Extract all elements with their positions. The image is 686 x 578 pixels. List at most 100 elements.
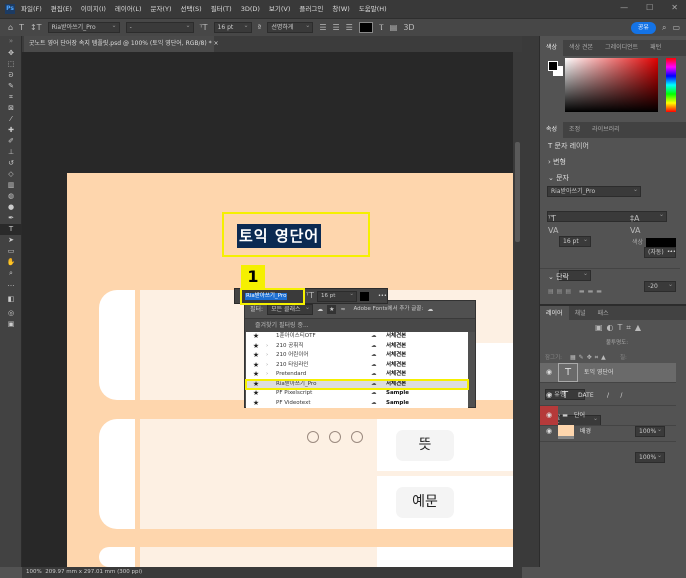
- favorite-star-icon[interactable]: ★: [246, 370, 266, 379]
- font-list-item[interactable]: ★ › 210 공휘직 ☁ 서체견본: [246, 342, 468, 352]
- tab-adjustments[interactable]: 조정: [563, 122, 586, 138]
- close-button[interactable]: ✕: [671, 3, 678, 13]
- more-tools-icon[interactable]: …: [0, 279, 22, 290]
- cloud-filter-icon[interactable]: ☁: [317, 305, 323, 314]
- prop-tracking-dropdown[interactable]: -20: [644, 280, 676, 292]
- font-size-dropdown[interactable]: 16 pt: [213, 21, 252, 33]
- dodge-tool-icon[interactable]: ●: [0, 202, 22, 213]
- eraser-icon[interactable]: ◇: [0, 169, 22, 180]
- move-tool-icon[interactable]: ✥: [0, 48, 22, 59]
- font-list-item[interactable]: ★ › 210 타임라인 ☁ 서체견본: [246, 361, 468, 371]
- font-list-item[interactable]: ★ PF Pixelscript ☁ Sample: [246, 389, 468, 399]
- paragraph-section[interactable]: ⌄ 단락: [540, 268, 680, 282]
- expand-chevron-icon[interactable]: ›: [266, 370, 276, 379]
- lock-icons[interactable]: ▦✎✥⌗▲: [570, 353, 609, 363]
- font-list-item[interactable]: ★ Ria받아쓰기_Pro ☁ 서체견본: [245, 378, 469, 390]
- menu-layer[interactable]: 레이어(L): [115, 4, 142, 14]
- layer-filter-icons[interactable]: ▣◐T⌗▲: [595, 323, 645, 333]
- share-button[interactable]: 공유: [630, 21, 656, 34]
- title-text-selection[interactable]: 토익 영단어: [237, 224, 322, 248]
- pen-tool-icon[interactable]: ✒: [0, 213, 22, 224]
- favorite-star-icon[interactable]: ★: [246, 399, 266, 408]
- tab-gradients[interactable]: 그레이디언트: [599, 40, 644, 56]
- close-tab-icon[interactable]: ×: [214, 40, 219, 47]
- font-style-dropdown[interactable]: -: [125, 21, 194, 33]
- fill-input[interactable]: 100%: [635, 451, 665, 463]
- mini-font-family-dropdown[interactable]: Ria받아쓰기_Pro: [240, 288, 305, 305]
- tab-layers[interactable]: 레이어: [540, 306, 569, 320]
- font-family-dropdown[interactable]: Ria받아쓰기_Pro: [47, 21, 120, 33]
- blur-tool-icon[interactable]: ◍: [0, 191, 22, 202]
- color-swatches-icon[interactable]: ◧: [0, 290, 22, 308]
- marquee-tool-icon[interactable]: ⬚: [0, 59, 22, 70]
- more-options-button[interactable]: •••: [667, 249, 676, 256]
- font-list-item[interactable]: ★ 1훈아이스티OTF ☁ 서체견본: [246, 332, 468, 342]
- antialias-dropdown[interactable]: 선명하게: [267, 21, 314, 33]
- menu-select[interactable]: 선택(S): [181, 4, 202, 14]
- menu-view[interactable]: 보기(V): [269, 4, 290, 14]
- align-right-icon[interactable]: ☰: [346, 23, 353, 33]
- favorite-star-icon[interactable]: ★: [246, 389, 266, 398]
- hue-slider[interactable]: [666, 58, 676, 112]
- mini-color-swatch[interactable]: [359, 291, 369, 301]
- transform-section[interactable]: › 변형: [540, 157, 680, 167]
- brush-tool-icon[interactable]: ✐: [0, 136, 22, 147]
- type-tool-icon[interactable]: T: [19, 23, 24, 33]
- zoom-tool-icon[interactable]: ⌕: [0, 268, 22, 279]
- workspace-icon[interactable]: ▭: [672, 23, 680, 33]
- zoom-level[interactable]: 100%: [26, 569, 42, 575]
- favorites-filter-icon[interactable]: ★: [327, 305, 337, 314]
- history-brush-icon[interactable]: ↺: [0, 158, 22, 169]
- text-color-swatch[interactable]: [358, 22, 373, 33]
- menu-help[interactable]: 도움말(H): [359, 4, 387, 14]
- tab-swatches[interactable]: 색상 견본: [563, 40, 599, 56]
- foreground-color[interactable]: [548, 61, 558, 71]
- 3d-icon[interactable]: 3D: [403, 23, 414, 33]
- gradient-tool-icon[interactable]: ▥: [0, 180, 22, 191]
- shape-tool-icon[interactable]: ▭: [0, 246, 22, 257]
- mini-font-size-dropdown[interactable]: 16 pt: [316, 290, 357, 302]
- font-list-item[interactable]: ★ › Pretendard ☁ 서체견본: [246, 370, 468, 380]
- visibility-eye-icon[interactable]: ◉: [540, 386, 558, 405]
- expand-chevron-icon[interactable]: ›: [266, 361, 276, 370]
- font-list-item[interactable]: ★ › 210 어린이어 ☁ 서체견본: [246, 351, 468, 361]
- tab-channels[interactable]: 채널: [569, 306, 592, 320]
- document-tab[interactable]: 굿노트 영어 단어장 속지 템플릿.psd @ 100% (토익 영단어, RG…: [24, 36, 219, 52]
- lasso-tool-icon[interactable]: ᘐ: [0, 70, 22, 81]
- stamp-tool-icon[interactable]: ⊥: [0, 147, 22, 158]
- layer-row[interactable]: ◉ 배경: [540, 422, 676, 442]
- type-tool-icon[interactable]: T: [0, 224, 22, 235]
- align-left-icon[interactable]: ☰: [319, 23, 326, 33]
- adobe-fonts-cloud-icon[interactable]: ☁: [427, 305, 433, 314]
- menu-edit[interactable]: 편집(E): [51, 4, 72, 14]
- layer-row[interactable]: ◉ T DATE / /: [540, 386, 676, 406]
- tab-color[interactable]: 색상: [540, 40, 564, 56]
- path-select-icon[interactable]: ➤: [0, 235, 22, 246]
- prop-font-dropdown[interactable]: Ria받아쓰기_Pro: [547, 185, 641, 197]
- paragraph-align-buttons[interactable]: ▤▤▤ ▬▬▬: [548, 288, 605, 296]
- home-icon[interactable]: ⌂: [8, 23, 13, 33]
- font-list-item[interactable]: ★ PF Videotext ☁ Sample: [246, 399, 468, 409]
- quick-select-icon[interactable]: ✎: [0, 81, 22, 92]
- tab-paths[interactable]: 패스: [592, 306, 615, 320]
- orientation-icon[interactable]: ↕T: [30, 23, 42, 33]
- warp-text-icon[interactable]: Ⲧ: [379, 23, 384, 33]
- layer-row[interactable]: ◉ T 토익 영단어: [540, 363, 676, 383]
- favorite-star-icon[interactable]: ★: [246, 332, 266, 341]
- crop-tool-icon[interactable]: ⌗: [0, 92, 22, 103]
- favorite-star-icon[interactable]: ★: [246, 361, 266, 370]
- visibility-eye-icon[interactable]: ◉: [540, 422, 558, 441]
- menu-window[interactable]: 창(W): [332, 4, 349, 14]
- frame-tool-icon[interactable]: ⊠: [0, 103, 22, 114]
- align-center-icon[interactable]: ☰: [332, 23, 339, 33]
- tab-patterns[interactable]: 패턴: [644, 40, 667, 56]
- similar-fonts-icon[interactable]: ≈: [340, 305, 345, 314]
- menu-plugins[interactable]: 플러그인: [299, 4, 323, 14]
- menu-file[interactable]: 파일(F): [21, 4, 42, 14]
- favorite-star-icon[interactable]: ★: [246, 342, 266, 351]
- prop-color-swatch[interactable]: [646, 238, 676, 247]
- menu-image[interactable]: 이미지(I): [81, 4, 106, 14]
- scroll-thumb[interactable]: [515, 142, 520, 242]
- tab-properties[interactable]: 속성: [540, 122, 564, 138]
- panels-icon[interactable]: ▤: [390, 23, 398, 33]
